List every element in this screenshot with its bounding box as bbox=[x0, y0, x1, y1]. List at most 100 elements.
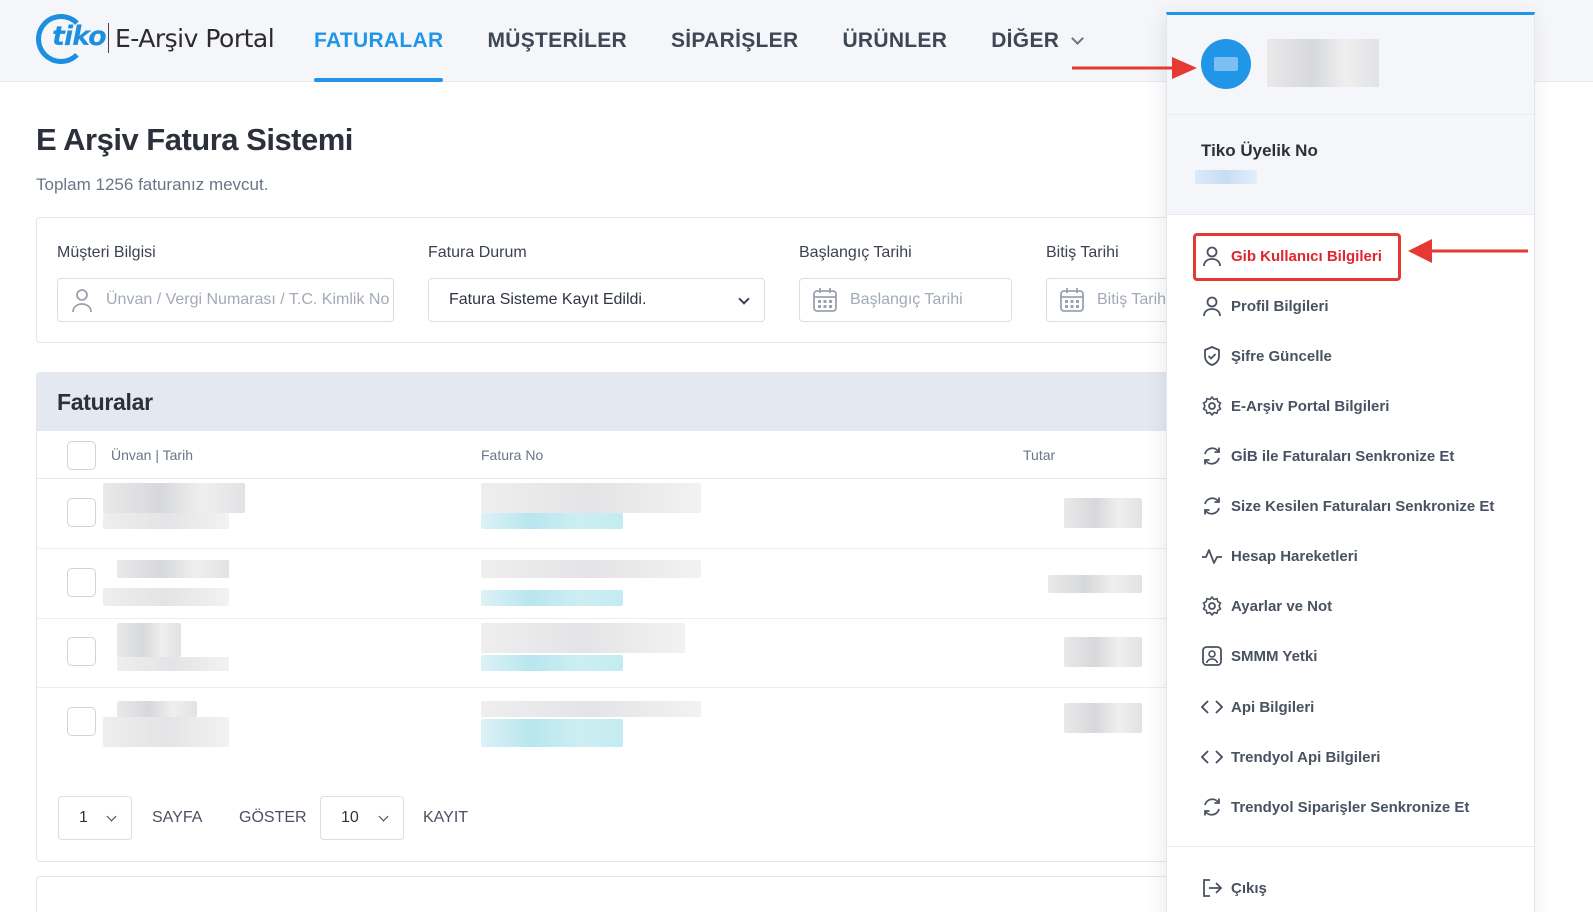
redacted-user-name bbox=[1267, 39, 1379, 87]
annotation-arrow-right-icon bbox=[1072, 57, 1197, 79]
user-menu-header bbox=[1167, 15, 1534, 115]
redacted-amount bbox=[1064, 637, 1142, 667]
tiko-logo-mark: tiko bbox=[36, 12, 108, 64]
header-divider bbox=[37, 478, 1215, 479]
redacted-invoice-link bbox=[481, 590, 623, 606]
column-header-fatura-no: Fatura No bbox=[481, 447, 544, 463]
nav-faturalar[interactable]: FATURALAR bbox=[314, 0, 444, 82]
menu-item-label: Şifre Güncelle bbox=[1231, 347, 1332, 365]
column-header-unvan-tarih: Ünvan | Tarih bbox=[111, 447, 193, 463]
menu-item-api-bilgileri[interactable]: Api Bilgileri bbox=[1201, 692, 1314, 722]
per-page-select-value: 10 bbox=[341, 809, 359, 826]
page-select[interactable]: 1 bbox=[58, 796, 132, 840]
record-label: KAYIT bbox=[423, 809, 469, 826]
menu-item-label: Api Bilgileri bbox=[1231, 698, 1315, 716]
menu-item-label: Size Kesilen Faturaları Senkronize Et bbox=[1231, 497, 1495, 515]
customer-search-input[interactable]: Ünvan / Vergi Numarası / T.C. Kimlik No bbox=[57, 278, 394, 322]
redacted-date bbox=[117, 657, 229, 671]
menu-item-ayarlar-ve-not[interactable]: Ayarlar ve Not bbox=[1201, 591, 1332, 621]
menu-item-label: Hesap Hareketleri bbox=[1231, 547, 1358, 565]
activity-icon bbox=[1202, 549, 1222, 564]
customer-search-placeholder: Ünvan / Vergi Numarası / T.C. Kimlik No bbox=[106, 291, 390, 308]
redacted-unvan bbox=[117, 623, 181, 657]
menu-item-profil-bilgileri[interactable]: Profil Bilgileri bbox=[1201, 291, 1329, 321]
nav-diger[interactable]: DİĞER bbox=[991, 0, 1085, 82]
user-badge-icon bbox=[1202, 646, 1222, 666]
menu-item-label: Gib Kullanıcı Bilgileri bbox=[1231, 247, 1382, 265]
row-checkbox[interactable] bbox=[67, 707, 96, 736]
chevron-down-icon bbox=[1071, 31, 1085, 45]
code-icon bbox=[1201, 700, 1223, 714]
menu-item-trendyol-siparisler-senkronize[interactable]: Trendyol Siparişler Senkronize Et bbox=[1201, 792, 1469, 822]
redacted-unvan bbox=[117, 560, 229, 578]
row-checkbox[interactable] bbox=[67, 637, 96, 666]
sync-icon bbox=[1204, 447, 1220, 465]
row-checkbox[interactable] bbox=[67, 498, 96, 527]
start-date-placeholder: Başlangıç Tarihi bbox=[850, 291, 963, 308]
user-icon bbox=[72, 289, 92, 313]
shield-check-icon bbox=[1204, 346, 1220, 366]
select-all-checkbox[interactable] bbox=[67, 441, 96, 470]
sync-icon bbox=[1204, 497, 1220, 515]
menu-item-sifre-guncelle[interactable]: Şifre Güncelle bbox=[1201, 341, 1332, 371]
per-page-select[interactable]: 10 bbox=[320, 796, 404, 840]
status-select-value: Fatura Sisteme Kayıt Edildi. bbox=[449, 291, 647, 308]
menu-item-cikis[interactable]: Çıkış bbox=[1201, 873, 1267, 903]
redacted-amount bbox=[1048, 575, 1142, 593]
code-icon bbox=[1201, 750, 1223, 764]
calendar-icon bbox=[813, 288, 837, 312]
menu-item-label: GİB ile Faturaları Senkronize Et bbox=[1231, 447, 1455, 465]
start-date-input[interactable]: Başlangıç Tarihi bbox=[799, 278, 1012, 322]
logo-text: E-Arşiv Portal bbox=[115, 23, 275, 53]
chevron-down-icon bbox=[106, 811, 117, 822]
status-select[interactable]: Fatura Sisteme Kayıt Edildi. bbox=[428, 278, 765, 322]
menu-item-size-kesilen-senkronize[interactable]: Size Kesilen Faturaları Senkronize Et bbox=[1201, 491, 1494, 521]
chevron-down-icon bbox=[738, 293, 750, 305]
start-date-label: Başlangıç Tarihi bbox=[799, 244, 912, 261]
menu-item-label: SMMM Yetki bbox=[1231, 647, 1318, 665]
filter-card: Müşteri Bilgisi Ünvan / Vergi Numarası /… bbox=[36, 217, 1259, 343]
redacted-invoice-no bbox=[481, 560, 701, 578]
invoices-title: Faturalar bbox=[37, 373, 1215, 431]
redacted-date bbox=[103, 588, 229, 606]
gear-icon bbox=[1202, 396, 1222, 416]
row-divider bbox=[37, 548, 1215, 549]
menu-item-label: Trendyol Siparişler Senkronize Et bbox=[1231, 798, 1470, 816]
redacted-invoice-link bbox=[481, 719, 623, 747]
page-select-value: 1 bbox=[79, 809, 88, 826]
redacted-membership-no bbox=[1195, 170, 1257, 184]
menu-item-trendyol-api-bilgileri[interactable]: Trendyol Api Bilgileri bbox=[1201, 742, 1380, 772]
column-header-tutar: Tutar bbox=[1023, 447, 1056, 463]
redacted-amount bbox=[1064, 498, 1142, 528]
nav-urunler[interactable]: ÜRÜNLER bbox=[842, 0, 947, 82]
menu-item-hesap-hareketleri[interactable]: Hesap Hareketleri bbox=[1201, 541, 1358, 571]
gear-icon bbox=[1202, 596, 1222, 616]
menu-item-label: Çıkış bbox=[1231, 879, 1267, 897]
page-label: SAYFA bbox=[152, 809, 203, 826]
redacted-invoice-no bbox=[481, 701, 701, 717]
redacted-unvan bbox=[103, 483, 245, 513]
status-filter-label: Fatura Durum bbox=[428, 244, 527, 261]
nav-siparisler[interactable]: SİPARİŞLER bbox=[671, 0, 798, 82]
membership-section: Tiko Üyelik No bbox=[1167, 115, 1534, 215]
avatar[interactable] bbox=[1201, 39, 1251, 89]
logo-separator bbox=[108, 23, 109, 53]
logo[interactable]: tiko E-Arşiv Portal bbox=[36, 12, 275, 64]
redacted-invoice-link bbox=[481, 513, 623, 529]
redacted-date bbox=[103, 513, 229, 529]
secondary-card bbox=[36, 876, 1216, 912]
annotation-arrow-left-icon bbox=[1408, 239, 1528, 263]
page-subtitle: Toplam 1256 faturanız mevcut. bbox=[36, 175, 269, 194]
redacted-amount bbox=[1064, 703, 1142, 733]
redacted-invoice-no bbox=[481, 623, 685, 653]
menu-item-e-arsiv-portal-bilgileri[interactable]: E-Arşiv Portal Bilgileri bbox=[1201, 391, 1389, 421]
chevron-down-icon bbox=[378, 811, 389, 822]
menu-item-smmm-yetki[interactable]: SMMM Yetki bbox=[1201, 641, 1317, 671]
row-checkbox[interactable] bbox=[67, 568, 96, 597]
calendar-icon bbox=[1060, 288, 1084, 312]
menu-item-gib-senkronize[interactable]: GİB ile Faturaları Senkronize Et bbox=[1201, 441, 1454, 471]
redacted-invoice-link bbox=[481, 655, 623, 671]
user-icon bbox=[1203, 296, 1221, 317]
menu-item-gib-kullanici-bilgileri[interactable]: Gib Kullanıcı Bilgileri bbox=[1201, 241, 1382, 271]
nav-musteriler[interactable]: MÜŞTERİLER bbox=[487, 0, 627, 82]
